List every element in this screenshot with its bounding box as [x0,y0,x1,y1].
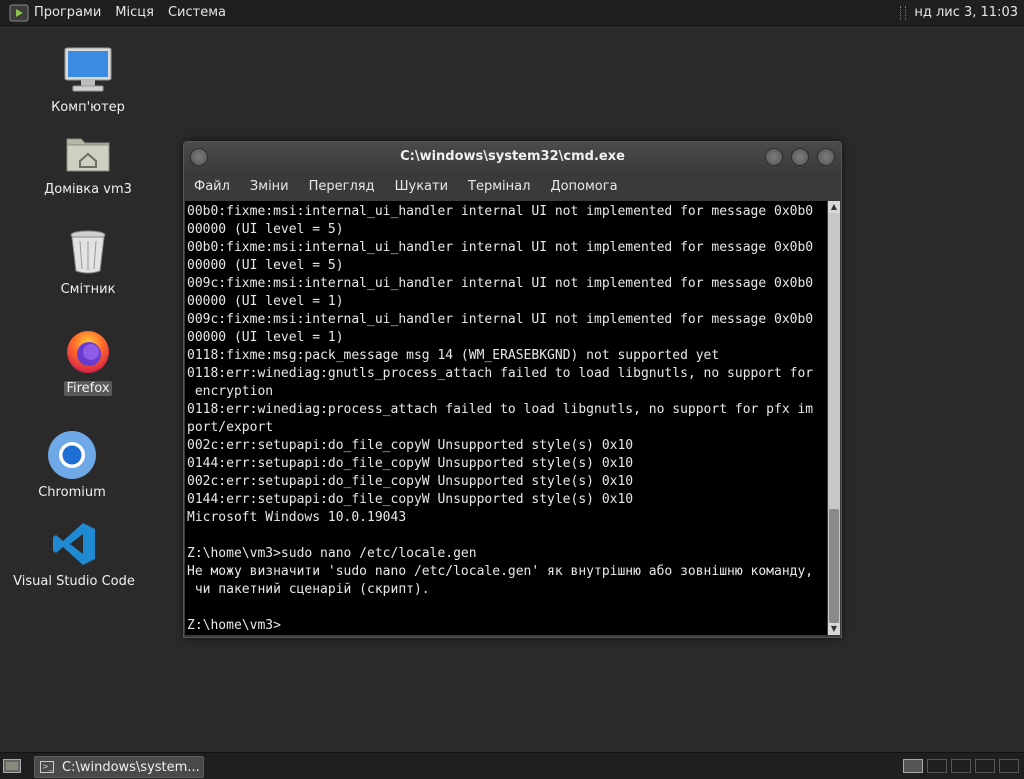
terminal-scrollbar[interactable]: ▲ ▼ [828,201,840,635]
desktop-icon-computer[interactable]: Комп'ютер [28,45,148,115]
desktop-icon-firefox[interactable]: Firefox [28,326,148,396]
minimize-button[interactable] [765,148,783,166]
menu-help[interactable]: Допомога [550,179,617,194]
desktop-icon-label: Firefox [64,381,112,396]
desktop-icon-trash[interactable]: Смітник [28,227,148,297]
window-title: C:\windows\system32\cmd.exe [400,149,625,164]
desktop-icon-label: Chromium [38,485,106,500]
clock[interactable]: нд лис 3, 11:03 [914,5,1018,20]
window-menubar: Файл Зміни Перегляд Шукати Термінал Допо… [184,172,841,200]
menu-edit[interactable]: Зміни [250,179,289,194]
chromium-icon [47,430,97,480]
window-titlebar[interactable]: C:\windows\system32\cmd.exe [184,142,841,172]
desktop-icon-label: Visual Studio Code [13,574,135,589]
workspace-5[interactable] [999,759,1019,773]
workspace-4[interactable] [975,759,995,773]
menu-search[interactable]: Шукати [395,179,448,194]
desktop-icon-vscode[interactable]: Visual Studio Code [13,519,135,589]
top-panel-tray: нд лис 3, 11:03 [900,0,1018,25]
panel-handle-icon[interactable] [900,5,907,20]
desktop-icon-label: Комп'ютер [51,100,125,115]
trash-icon [63,227,113,277]
workspace-2[interactable] [927,759,947,773]
computer-icon [63,45,113,95]
menu-system[interactable]: Система [168,5,226,20]
menu-places[interactable]: Місця [115,5,154,20]
menu-view[interactable]: Перегляд [309,179,375,194]
home-folder-icon [63,127,113,177]
menu-programs[interactable]: Програми [34,5,101,20]
taskbar-item-label: C:\windows\system... [62,759,200,775]
top-panel: Програми Місця Система нд лис 3, 11:03 [0,0,1024,26]
scrollbar-thumb[interactable] [829,509,839,623]
menu-terminal[interactable]: Термінал [468,179,530,194]
desktop-icon-chromium[interactable]: Chromium [12,430,132,500]
terminal-play-icon[interactable] [9,3,29,23]
show-desktop-icon[interactable] [3,759,21,773]
close-button[interactable] [817,148,835,166]
workspace-1[interactable] [903,759,923,773]
terminal-icon: >_ [40,761,54,773]
workspace-3[interactable] [951,759,971,773]
desktop-icon-home[interactable]: Домівка vm3 [28,127,148,197]
vscode-icon [49,519,99,569]
desktop-icon-label: Домівка vm3 [44,182,132,197]
maximize-button[interactable] [791,148,809,166]
taskbar-item-cmd[interactable]: >_ C:\windows\system... [34,756,204,778]
bottom-taskbar: >_ C:\windows\system... [0,752,1024,779]
scroll-down-icon[interactable]: ▼ [828,623,840,635]
terminal-text[interactable]: 00b0:fixme:msi:internal_ui_handler inter… [185,201,827,635]
desktop-icon-label: Смітник [60,282,116,297]
menu-file[interactable]: Файл [194,179,230,194]
cmd-window: C:\windows\system32\cmd.exe Файл Зміни П… [183,141,842,638]
scroll-up-icon[interactable]: ▲ [828,201,840,213]
firefox-icon [63,326,113,376]
terminal-output[interactable]: 00b0:fixme:msi:internal_ui_handler inter… [185,201,827,635]
